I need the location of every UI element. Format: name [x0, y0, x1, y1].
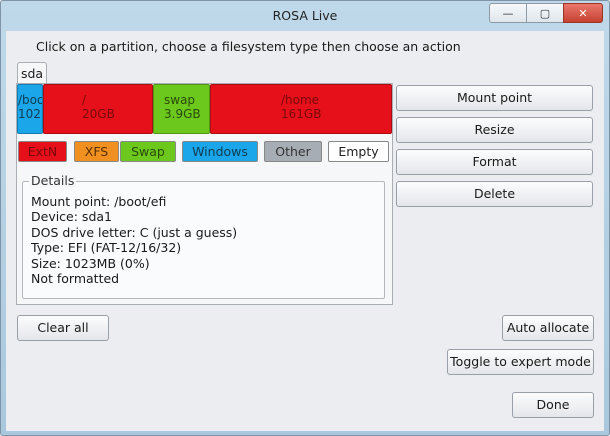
client-area: Click on a partition, choose a filesyste… — [6, 31, 604, 431]
toggle-expert-mode-button[interactable]: Toggle to expert mode — [447, 349, 594, 375]
auto-allocate-button[interactable]: Auto allocate — [502, 315, 594, 341]
partition-sda1[interactable]: /boo 102 — [17, 84, 43, 134]
details-box: Details Mount point: /boot/efi Device: s… — [22, 173, 385, 299]
mount-point-button[interactable]: Mount point — [396, 85, 593, 111]
minimize-button[interactable]: — — [489, 3, 527, 23]
partition-bar: /boo 102 / 20GB swap 3.9GB /home 161GB — [17, 84, 392, 134]
partition-name: / — [82, 93, 87, 107]
maximize-button[interactable]: ▢ — [526, 3, 564, 23]
partition-name: /home — [281, 93, 320, 107]
partition-sda2[interactable]: / 20GB — [43, 84, 153, 134]
details-title: Details — [29, 173, 77, 188]
partition-name: swap — [164, 93, 196, 107]
partition-size: 20GB — [82, 107, 115, 121]
resize-button[interactable]: Resize — [396, 117, 593, 143]
minimize-icon: — — [502, 6, 514, 20]
delete-button[interactable]: Delete — [396, 181, 593, 207]
format-button[interactable]: Format — [396, 149, 593, 175]
fs-type-empty-button[interactable]: Empty — [328, 141, 389, 162]
detail-device: Device: sda1 — [31, 209, 112, 225]
tab-sda[interactable]: sda — [17, 62, 47, 84]
disk-panel: /boo 102 / 20GB swap 3.9GB /home 161GB E… — [16, 83, 393, 305]
partition-name: /boo — [18, 93, 43, 107]
instruction-text: Click on a partition, choose a filesyste… — [36, 39, 461, 54]
partition-size: 161GB — [281, 107, 322, 121]
fs-type-swap-button[interactable]: Swap — [120, 141, 176, 162]
partition-size: 102 — [18, 107, 41, 121]
fs-type-other-button[interactable]: Other — [264, 141, 322, 162]
close-button[interactable]: ✕ — [563, 3, 603, 23]
installer-window: ROSA Live — ▢ ✕ Click on a partition, ch… — [0, 0, 610, 436]
detail-mount-point: Mount point: /boot/efi — [31, 194, 167, 209]
partition-size: 3.9GB — [164, 107, 201, 121]
partition-sda4[interactable]: /home 161GB — [210, 84, 392, 134]
clear-all-button[interactable]: Clear all — [17, 315, 109, 341]
fs-type-extn-button[interactable]: ExtN — [18, 141, 67, 162]
detail-type: Type: EFI (FAT-12/16/32) — [31, 240, 182, 256]
done-button[interactable]: Done — [512, 392, 594, 418]
details-lines: Mount point: /boot/efi Device: sda1 DOS … — [31, 194, 237, 286]
title-bar[interactable]: ROSA Live — ▢ ✕ — [1, 1, 609, 31]
maximize-icon: ▢ — [539, 6, 551, 20]
detail-format-status: Not formatted — [31, 271, 120, 287]
partition-sda3[interactable]: swap 3.9GB — [153, 84, 210, 134]
detail-dos-letter: DOS drive letter: C (just a guess) — [31, 224, 238, 240]
fs-type-xfs-button[interactable]: XFS — [74, 141, 119, 162]
fs-type-windows-button[interactable]: Windows — [182, 141, 258, 162]
detail-size: Size: 1023MB (0%) — [31, 255, 150, 271]
close-icon: ✕ — [578, 6, 588, 20]
